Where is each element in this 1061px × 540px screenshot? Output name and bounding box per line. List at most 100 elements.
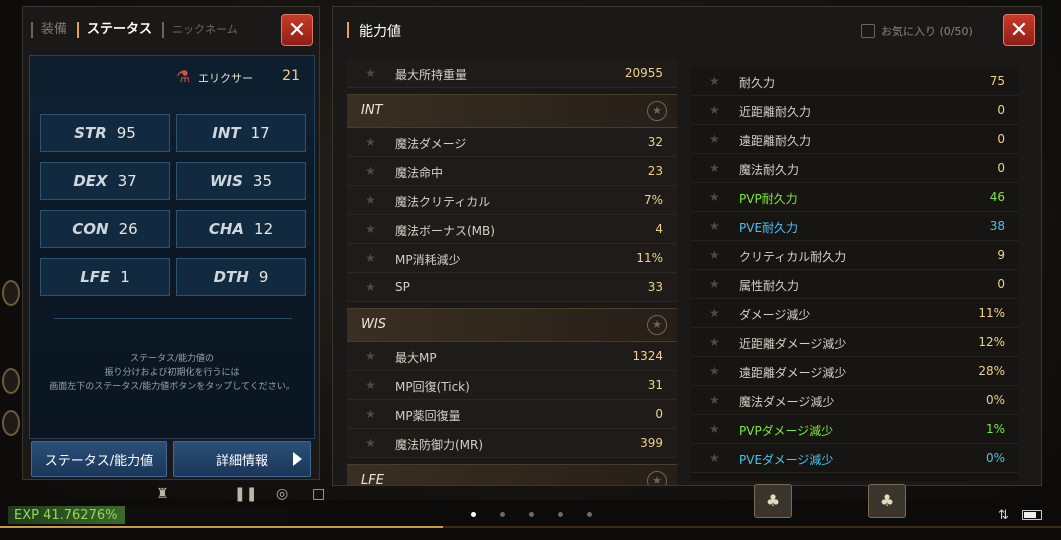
checkbox-icon[interactable] (861, 24, 875, 38)
star-icon[interactable]: ★ (709, 451, 720, 465)
skill-card-icon[interactable]: ♣ (754, 484, 792, 518)
star-icon[interactable]: ★ (365, 349, 376, 363)
row-label: 最大MP (395, 351, 437, 365)
star-icon[interactable]: ★ (365, 251, 376, 265)
details-button[interactable]: 詳細情報 (173, 441, 311, 477)
star-icon[interactable]: ★ (365, 436, 376, 450)
row-label: PVE耐久力 (739, 221, 799, 235)
star-icon[interactable]: ★ (647, 315, 667, 335)
star-icon[interactable]: ★ (709, 335, 720, 349)
row-label: PVPダメージ減少 (739, 424, 834, 438)
list-item: ★ 魔法ダメージ 32 (347, 128, 677, 157)
star-icon[interactable]: ★ (365, 280, 376, 294)
star-icon[interactable]: ★ (709, 306, 720, 320)
stat-value: 12 (254, 220, 274, 238)
star-icon[interactable]: ★ (709, 219, 720, 233)
tab-equipment[interactable]: 装備 (31, 21, 77, 39)
bottom-hud: ♜ ❚❚ ◎ □ EXP 41.76276% ♣ ♣ ⇅ (0, 484, 1061, 540)
star-icon[interactable]: ★ (709, 161, 720, 175)
row-value: 12% (978, 335, 1005, 349)
chat-icon[interactable]: □ (312, 486, 325, 502)
elixir-value: 21 (282, 68, 300, 84)
star-icon[interactable]: ★ (365, 222, 376, 236)
row-label: 近距離ダメージ減少 (739, 337, 847, 351)
star-icon[interactable]: ★ (709, 393, 720, 407)
list-item: ★ 近距離耐久力 0 (691, 96, 1019, 125)
ability-list-right[interactable]: ★ 耐久力 75 ★ 近距離耐久力 0 ★ 遠距離耐久力 0 ★ 魔法耐久力 0 ★ PVP耐久力… (691, 67, 1019, 481)
tab-nickname[interactable]: ニックネーム (162, 21, 248, 39)
page-dot[interactable] (500, 512, 505, 517)
stat-int: INT 17 (176, 114, 306, 152)
stat-dth: DTH 9 (176, 258, 306, 296)
row-label: 近距離耐久力 (739, 105, 812, 119)
row-label: 耐久力 (739, 76, 776, 90)
star-icon[interactable]: ★ (709, 248, 720, 262)
star-icon[interactable]: ★ (709, 103, 720, 117)
section-title: LFE (361, 473, 384, 485)
stat-wis: WIS 35 (176, 162, 306, 200)
castle-icon[interactable]: ♜ (156, 486, 169, 502)
star-icon[interactable]: ★ (365, 164, 376, 178)
pause-icon[interactable]: ❚❚ (234, 486, 257, 502)
star-icon[interactable]: ★ (709, 190, 720, 204)
row-value: 38 (989, 219, 1005, 233)
stat-value: 26 (118, 220, 138, 238)
section-title: WIS (361, 317, 386, 332)
skill-card-icon[interactable]: ♣ (868, 484, 906, 518)
close-button[interactable]: ✕ (1003, 14, 1035, 46)
star-icon[interactable]: ★ (647, 101, 667, 121)
hud-ring-icon (2, 368, 20, 394)
stat-value: 1 (120, 268, 130, 286)
battery-icon (1022, 510, 1042, 520)
row-value: 9 (997, 248, 1005, 262)
section-header-lfe: LFE ★ (347, 464, 677, 485)
close-button[interactable]: ✕ (281, 14, 313, 46)
star-icon[interactable]: ★ (709, 422, 720, 436)
elixir-label: エリクサー (198, 72, 253, 85)
page-dot[interactable] (529, 512, 534, 517)
list-item: ★ 最大所持重量 20955 (347, 59, 677, 88)
page-dot[interactable] (587, 512, 592, 517)
list-item: ★ 魔法クリティカル 7% (347, 186, 677, 215)
star-icon[interactable]: ★ (709, 74, 720, 88)
panel-title: 能力値 (347, 21, 401, 41)
row-label: 遠距離耐久力 (739, 134, 812, 148)
row-label: ダメージ減少 (739, 308, 811, 322)
ability-panel: 能力値 お気に入り (0/50) ✕ ★ 最大所持重量 20955 INT ★ … (332, 6, 1042, 486)
status-help-note: ステータス/能力値の 振り分けおよび初期化を行うには 画面左下のステータス/能力… (30, 352, 314, 394)
list-item: ★ 魔法命中 23 (347, 157, 677, 186)
row-label: MP消耗減少 (395, 253, 461, 267)
tab-status[interactable]: ステータス (77, 21, 162, 39)
star-icon[interactable]: ★ (709, 277, 720, 291)
star-icon[interactable]: ★ (709, 364, 720, 378)
row-label: 魔法ダメージ (395, 137, 467, 151)
target-icon[interactable]: ◎ (276, 486, 288, 502)
star-icon[interactable]: ★ (365, 66, 376, 80)
chevron-right-icon (293, 452, 302, 466)
row-value: 46 (989, 190, 1005, 204)
star-icon[interactable]: ★ (365, 378, 376, 392)
star-icon[interactable]: ★ (647, 471, 667, 485)
row-value: 4 (655, 222, 663, 236)
star-icon[interactable]: ★ (365, 407, 376, 421)
favorite-toggle[interactable]: お気に入り (0/50) (861, 23, 973, 39)
page-dot[interactable] (558, 512, 563, 517)
row-value: 0 (997, 277, 1005, 291)
note-line: 画面左下のステータス/能力値ボタンをタップしてください。 (49, 382, 295, 392)
page-dot[interactable] (471, 512, 476, 517)
star-icon[interactable]: ★ (709, 132, 720, 146)
status-inner-panel: ⚗ エリクサー 21 STR 95 INT 17 DEX 37 WIS 35 C… (29, 55, 315, 439)
row-label: クリティカル耐久力 (739, 250, 847, 264)
row-label: 魔法命中 (395, 166, 444, 180)
row-value: 0 (655, 407, 663, 421)
star-icon[interactable]: ★ (365, 135, 376, 149)
status-allocate-button[interactable]: ステータス/能力値 (31, 441, 167, 477)
row-label: 魔法耐久力 (739, 163, 800, 177)
row-value: 0% (985, 451, 1005, 465)
row-label: 魔法防御力(MR) (395, 438, 484, 452)
star-icon[interactable]: ★ (365, 193, 376, 207)
row-value: 33 (647, 280, 663, 294)
sync-icon[interactable]: ⇅ (998, 508, 1009, 523)
ability-list-left[interactable]: ★ 最大所持重量 20955 INT ★ ★ 魔法ダメージ 32 ★ 魔法命中 23 ★… (347, 59, 677, 485)
favorite-label: お気に入り (0/50) (881, 25, 973, 38)
